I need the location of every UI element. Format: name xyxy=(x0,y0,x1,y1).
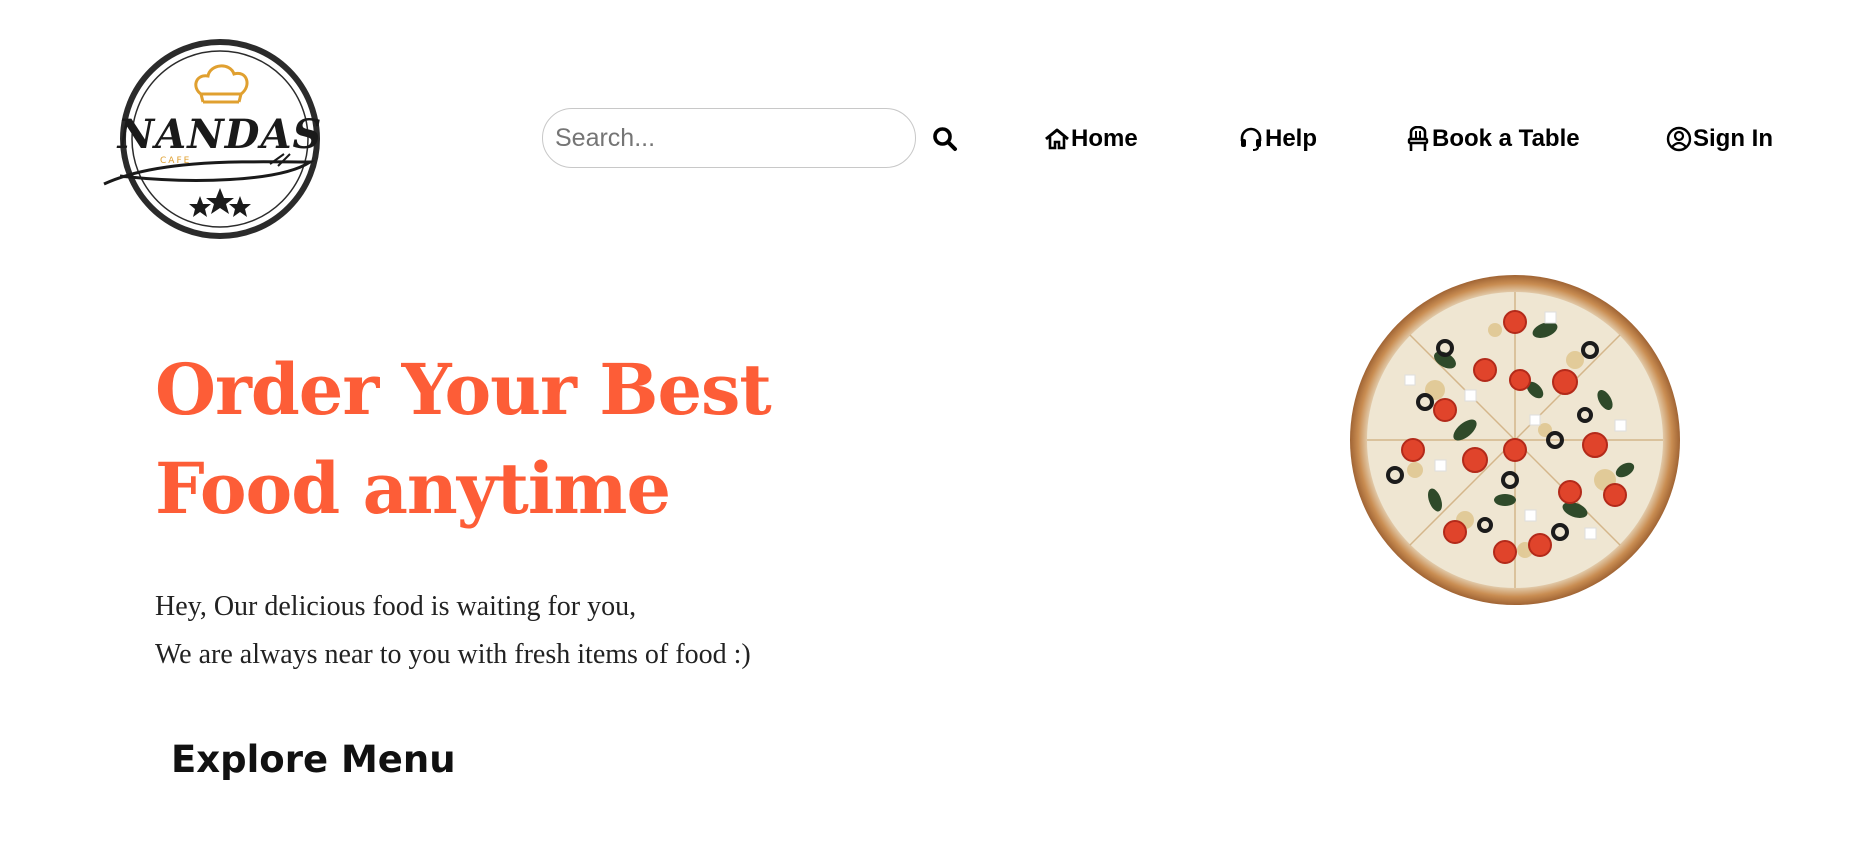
pizza-image xyxy=(1350,275,1680,605)
search-icon xyxy=(933,127,957,151)
nav-book-table-link[interactable]: Book a Table xyxy=(1405,122,1580,156)
nav-help-link[interactable]: Help xyxy=(1238,122,1317,156)
search-button[interactable] xyxy=(930,124,960,154)
explore-menu-heading: Explore Menu xyxy=(171,738,456,781)
nandas-cafe-logo[interactable]: NANDAS CAFE xyxy=(100,36,340,242)
hero-line-1: Hey, Our delicious food is waiting for y… xyxy=(155,591,637,622)
nav-book-table-label: Book a Table xyxy=(1432,125,1580,152)
home-icon xyxy=(1044,126,1070,152)
user-circle-icon xyxy=(1666,126,1692,152)
chef-hat-icon xyxy=(194,64,249,104)
svg-text:NANDAS: NANDAS xyxy=(116,111,323,158)
nav-sign-in-label: Sign In xyxy=(1693,125,1773,152)
search-input[interactable] xyxy=(542,108,916,168)
hero-title: Order Your Best Food anytime xyxy=(155,348,772,530)
hero-description: Hey, Our delicious food is waiting for y… xyxy=(155,583,751,679)
headset-icon xyxy=(1238,126,1264,152)
page: NANDAS CAFE Home xyxy=(0,0,1864,863)
stars-icon xyxy=(189,188,251,217)
nav-sign-in-link[interactable]: Sign In xyxy=(1666,122,1773,156)
chair-icon xyxy=(1405,126,1431,152)
nav-home-link[interactable]: Home xyxy=(1044,122,1138,156)
hero-line-2: We are always near to you with fresh ite… xyxy=(155,639,751,670)
nav-help-label: Help xyxy=(1265,125,1318,152)
nav-home-label: Home xyxy=(1071,125,1138,152)
